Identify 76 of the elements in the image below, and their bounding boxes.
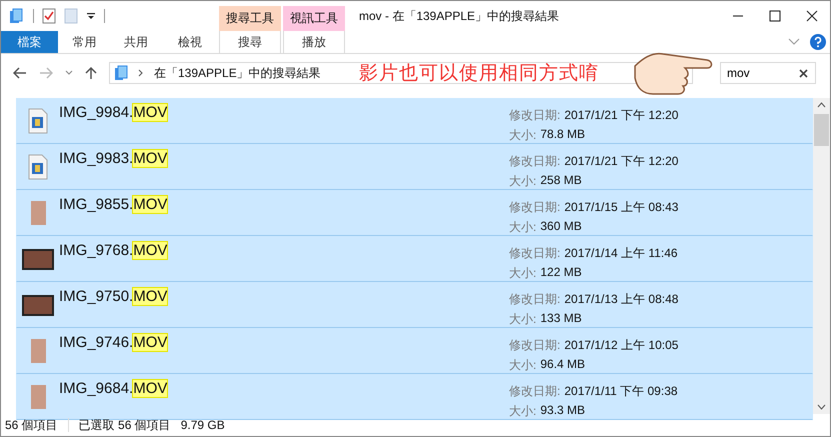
context-tab-group: 搜尋工具 bbox=[219, 6, 281, 31]
size-label: 大小: bbox=[509, 357, 536, 374]
dropdown-icon[interactable] bbox=[86, 11, 96, 21]
help-icon[interactable] bbox=[810, 34, 826, 50]
video-file-icon bbox=[28, 108, 48, 134]
video-file-icon bbox=[28, 154, 48, 180]
file-row[interactable]: IMG_9983.MOV 修改日期: 2017/1/21 下午 12:20 大小: 258 MB bbox=[16, 144, 813, 190]
file-size: 96.4 MB bbox=[540, 357, 586, 373]
photo-placeholder bbox=[22, 294, 54, 316]
file-name: IMG_9984.MOV bbox=[59, 104, 168, 121]
close-icon[interactable] bbox=[806, 10, 818, 22]
size-label: 大小: bbox=[509, 403, 536, 420]
file-size: 78.8 MB bbox=[540, 127, 586, 143]
file-name: IMG_9746.MOV bbox=[59, 334, 168, 351]
file-row[interactable]: IMG_9855.MOV 修改日期: 2017/1/15 上午 08:43 大小: 360 MB bbox=[16, 190, 813, 236]
file-row[interactable]: IMG_9746.MOV 修改日期: 2017/1/12 上午 10:05 大小: 96.4 MB bbox=[16, 328, 813, 374]
date-label: 修改日期: bbox=[509, 337, 560, 354]
date-label: 修改日期: bbox=[509, 383, 560, 400]
file-name: IMG_9684.MOV bbox=[59, 380, 168, 397]
search-field[interactable]: mov bbox=[720, 62, 816, 84]
ribbon-tab[interactable]: 播放 bbox=[283, 31, 345, 53]
scrollbar[interactable] bbox=[813, 98, 830, 414]
file-row[interactable]: IMG_9984.MOV 修改日期: 2017/1/21 下午 12:20 大小: 78.8 MB bbox=[16, 98, 813, 144]
file-size: 93.3 MB bbox=[540, 403, 586, 419]
file-row[interactable]: IMG_9750.MOV 修改日期: 2017/1/13 上午 08:48 大小: 133 MB bbox=[16, 282, 813, 328]
chevron-down-icon[interactable] bbox=[65, 70, 73, 76]
modified-date: 2017/1/14 上午 11:46 bbox=[564, 245, 678, 262]
up-icon[interactable] bbox=[85, 66, 97, 80]
date-label: 修改日期: bbox=[509, 153, 560, 170]
date-label: 修改日期: bbox=[509, 245, 560, 262]
chevron-down-icon[interactable] bbox=[788, 38, 800, 46]
ribbon-tab[interactable]: 搜尋 bbox=[219, 31, 281, 53]
photo-placeholder bbox=[22, 248, 54, 270]
scroll-thumb[interactable] bbox=[814, 114, 829, 146]
scroll-down-icon[interactable] bbox=[817, 404, 826, 410]
maximize-icon[interactable] bbox=[768, 10, 781, 22]
folder-icon[interactable] bbox=[9, 8, 25, 24]
properties-icon[interactable] bbox=[42, 8, 56, 24]
modified-date: 2017/1/11 下午 09:38 bbox=[564, 383, 678, 400]
file-row[interactable]: IMG_9684.MOV 修改日期: 2017/1/11 下午 09:38 大小: 93.3 MB bbox=[16, 374, 813, 420]
window-title: mov - 在「139APPLE」中的搜尋結果 bbox=[358, 8, 560, 24]
photo-placeholder bbox=[30, 339, 46, 363]
photo-placeholder bbox=[30, 385, 46, 409]
date-label: 修改日期: bbox=[509, 107, 560, 124]
size-label: 大小: bbox=[509, 311, 536, 328]
clear-icon[interactable] bbox=[799, 69, 808, 78]
folder-icon bbox=[114, 65, 128, 81]
file-size: 133 MB bbox=[540, 311, 582, 327]
selection-size: 9.79 GB bbox=[180, 418, 225, 432]
file-size: 258 MB bbox=[540, 173, 582, 189]
file-name: IMG_9768.MOV bbox=[59, 242, 168, 259]
context-tab-group: 視訊工具 bbox=[283, 6, 345, 31]
modified-date: 2017/1/12 上午 10:05 bbox=[564, 337, 678, 354]
modified-date: 2017/1/15 上午 08:43 bbox=[564, 199, 678, 216]
photo-placeholder bbox=[30, 201, 46, 225]
file-size: 122 MB bbox=[540, 265, 582, 281]
size-label: 大小: bbox=[509, 173, 536, 190]
date-label: 修改日期: bbox=[509, 199, 560, 216]
modified-date: 2017/1/21 下午 12:20 bbox=[564, 153, 678, 170]
breadcrumb[interactable]: 在「139APPLE」中的搜尋結果 bbox=[154, 64, 321, 82]
back-icon[interactable] bbox=[13, 67, 27, 79]
date-label: 修改日期: bbox=[509, 291, 560, 308]
file-name: IMG_9983.MOV bbox=[59, 150, 168, 167]
size-label: 大小: bbox=[509, 127, 536, 144]
modified-date: 2017/1/21 下午 12:20 bbox=[564, 107, 678, 124]
modified-date: 2017/1/13 上午 08:48 bbox=[564, 291, 678, 308]
chevron-right-icon bbox=[138, 69, 144, 77]
file-size: 360 MB bbox=[540, 219, 582, 235]
annotation-text: 影片也可以使用相同方式唷 bbox=[359, 62, 599, 86]
size-label: 大小: bbox=[509, 265, 536, 282]
size-label: 大小: bbox=[509, 219, 536, 236]
file-name: IMG_9855.MOV bbox=[59, 196, 168, 213]
file-row[interactable]: IMG_9768.MOV 修改日期: 2017/1/14 上午 11:46 大小: 122 MB bbox=[16, 236, 813, 282]
scroll-up-icon[interactable] bbox=[817, 102, 826, 108]
ribbon-tab[interactable]: 檔案 bbox=[1, 31, 58, 53]
file-name: IMG_9750.MOV bbox=[59, 288, 168, 305]
